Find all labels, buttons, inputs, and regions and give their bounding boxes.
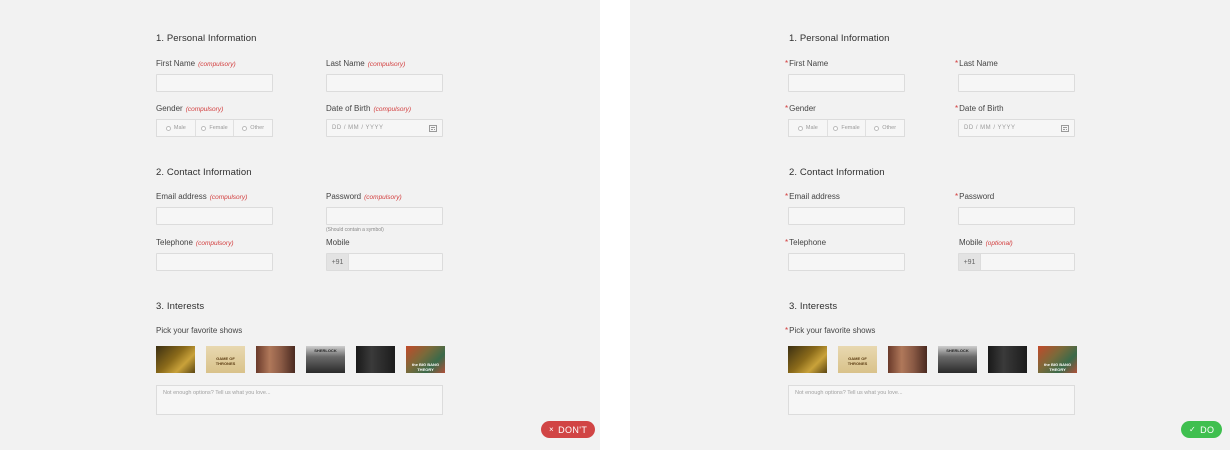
game-of-thrones-thumbnail[interactable]: GAME OF THRONES <box>206 346 245 373</box>
big-bang-theory-thumbnail[interactable]: the BIG BANG THEORY <box>1038 346 1077 373</box>
friends-thumbnail[interactable] <box>256 346 295 373</box>
radio-icon <box>874 125 880 131</box>
email-label: *Email address <box>785 192 840 201</box>
breaking-bad-thumbnail[interactable] <box>156 346 195 373</box>
friends-thumbnail[interactable] <box>888 346 927 373</box>
last-name-input[interactable] <box>326 74 443 92</box>
required-mark: * <box>785 192 789 201</box>
mobile-label: Mobile <box>326 238 350 247</box>
shows-label: *Pick your favorite shows <box>785 326 876 335</box>
gender-option-female[interactable]: Female <box>828 120 867 136</box>
password-input[interactable] <box>326 207 443 225</box>
shows-label: Pick your favorite shows <box>156 326 243 335</box>
check-icon: ✓ <box>1189 425 1197 434</box>
last-name-label: Last Name (compulsory) <box>326 59 406 68</box>
optional-tag: (optional) <box>985 240 1013 247</box>
password-hint: (Should contain a symbol) <box>326 227 384 233</box>
compulsory-tag: (compulsory) <box>367 61 406 68</box>
last-name-input[interactable] <box>958 74 1075 92</box>
telephone-input[interactable] <box>156 253 273 271</box>
first-name-label: First Name (compulsory) <box>156 59 236 68</box>
password-label: Password (compulsory) <box>326 192 402 201</box>
telephone-input[interactable] <box>788 253 905 271</box>
dob-label: Date of Birth (compulsory) <box>326 104 412 113</box>
last-name-label: *Last Name <box>955 59 998 68</box>
shows-picker: GAME OF THRONES SHERLOCK the BIG BANG TH… <box>156 346 446 373</box>
gender-option-male[interactable]: Male <box>157 120 196 136</box>
gender-radio-group: Male Female Other <box>788 119 905 137</box>
required-mark: * <box>785 326 789 335</box>
mobile-label: Mobile (optional) <box>959 238 1013 247</box>
gender-option-female[interactable]: Female <box>196 120 235 136</box>
dob-label: *Date of Birth <box>955 104 1004 113</box>
compulsory-tag: (compulsory) <box>198 61 236 68</box>
contact-info-title: 2. Contact Information <box>789 167 885 178</box>
first-name-label: *First Name <box>785 59 829 68</box>
password-label: *Password <box>955 192 995 201</box>
do-example-panel: 1. Personal Information *First Name *Las… <box>630 0 1230 450</box>
dont-label: DON'T <box>558 424 588 435</box>
compulsory-tag: (compulsory) <box>364 194 402 201</box>
mobile-input[interactable]: +91 <box>958 253 1075 271</box>
calendar-icon[interactable] <box>429 124 437 132</box>
mobile-input[interactable]: +91 <box>326 253 443 271</box>
dob-input[interactable]: DD / MM / YYYY <box>958 119 1075 137</box>
gender-option-male[interactable]: Male <box>789 120 828 136</box>
compulsory-tag: (compulsory) <box>373 106 412 113</box>
big-bang-theory-thumbnail[interactable]: the BIG BANG THEORY <box>406 346 445 373</box>
required-mark: * <box>955 104 959 113</box>
shows-textarea[interactable]: Not enough options? Tell us what you lov… <box>156 385 443 415</box>
required-mark: * <box>955 59 959 68</box>
gender-option-other[interactable]: Other <box>234 120 272 136</box>
close-icon: × <box>549 425 555 434</box>
contact-info-title: 2. Contact Information <box>156 167 252 178</box>
radio-icon <box>833 125 839 131</box>
country-code-prefix: +91 <box>327 254 349 270</box>
sherlock-thumbnail[interactable]: SHERLOCK <box>938 346 977 373</box>
email-input[interactable] <box>788 207 905 225</box>
radio-icon <box>165 125 171 131</box>
password-input[interactable] <box>958 207 1075 225</box>
personal-info-title: 1. Personal Information <box>789 33 890 44</box>
telephone-label: Telephone (compulsory) <box>156 238 234 247</box>
gender-radio-group: Male Female Other <box>156 119 273 137</box>
required-mark: * <box>785 104 789 113</box>
game-of-thrones-thumbnail[interactable]: GAME OF THRONES <box>838 346 877 373</box>
radio-icon <box>242 125 248 131</box>
personal-info-title: 1. Personal Information <box>156 33 257 44</box>
radio-icon <box>797 125 803 131</box>
required-mark: * <box>955 192 959 201</box>
do-badge: ✓ DO <box>1181 421 1223 438</box>
dont-badge: × DON'T <box>541 421 596 438</box>
calendar-icon[interactable] <box>1061 124 1069 132</box>
compulsory-tag: (compulsory) <box>209 194 248 201</box>
sherlock-thumbnail[interactable]: SHERLOCK <box>306 346 345 373</box>
compulsory-tag: (compulsory) <box>195 240 234 247</box>
first-name-input[interactable] <box>788 74 905 92</box>
suits-thumbnail[interactable] <box>988 346 1027 373</box>
required-mark: * <box>785 59 789 68</box>
dob-placeholder: DD / MM / YYYY <box>964 125 1016 131</box>
do-label: DO <box>1200 424 1215 435</box>
gender-option-other[interactable]: Other <box>866 120 904 136</box>
interests-title: 3. Interests <box>156 301 205 312</box>
suits-thumbnail[interactable] <box>356 346 395 373</box>
interests-title: 3. Interests <box>789 301 838 312</box>
telephone-label: *Telephone <box>785 238 827 247</box>
first-name-input[interactable] <box>156 74 273 92</box>
breaking-bad-thumbnail[interactable] <box>788 346 827 373</box>
dont-example-panel: 1. Personal Information First Name (compu… <box>0 0 600 450</box>
email-input[interactable] <box>156 207 273 225</box>
required-mark: * <box>785 238 789 247</box>
gender-label: Gender (compulsory) <box>156 104 224 113</box>
dob-input[interactable]: DD / MM / YYYY <box>326 119 443 137</box>
gender-label: *Gender <box>785 104 816 113</box>
compulsory-tag: (compulsory) <box>185 106 224 113</box>
dob-placeholder: DD / MM / YYYY <box>332 125 384 131</box>
shows-picker: GAME OF THRONES SHERLOCK the BIG BANG TH… <box>788 346 1078 373</box>
country-code-prefix: +91 <box>959 254 981 270</box>
shows-textarea[interactable]: Not enough options? Tell us what you lov… <box>788 385 1075 415</box>
radio-icon <box>201 125 207 131</box>
email-label: Email address (compulsory) <box>156 192 248 201</box>
